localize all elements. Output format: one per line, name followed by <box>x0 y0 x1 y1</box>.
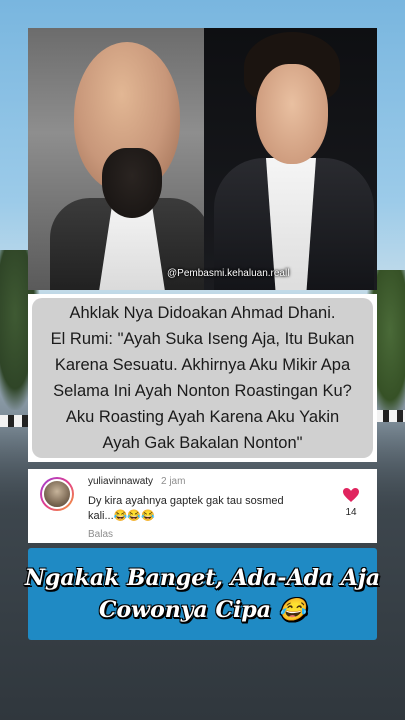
avatar-image <box>42 479 72 509</box>
caption-line: Karena Sesuatu. Akhirnya Aku Mikir Apa <box>54 356 351 374</box>
photo-right-face <box>256 64 328 164</box>
avatar[interactable] <box>40 477 74 511</box>
reply-button[interactable]: Balas <box>88 529 113 540</box>
photo-watermark: @Pembasmi.kehaluan.reall <box>167 268 290 279</box>
news-photo: @Pembasmi.kehaluan.reall <box>28 28 377 290</box>
caption-text-block: Ahklak Nya Didoakan Ahmad Dhani. El Rumi… <box>32 298 373 458</box>
banner-line-2: Cowonya Cipa 😂 <box>98 597 307 623</box>
comment-card: yuliavinnawaty 2 jam Dy kira ayahnya gap… <box>28 469 377 543</box>
caption-line: Selama Ini Ayah Nonton Roastingan Ku? <box>53 382 352 400</box>
caption-line: Aku Roasting Ayah Karena Aku Yakin <box>65 408 340 426</box>
photo-person-left <box>28 28 210 290</box>
comment-text-line-2: kali...😂😂😂 <box>88 510 155 522</box>
background-curb-left <box>0 415 30 427</box>
background-curb-right <box>375 410 405 422</box>
heart-icon[interactable] <box>343 488 359 502</box>
photo-left-beard <box>102 148 162 218</box>
caption-line: Ayah Gak Bakalan Nonton" <box>102 434 303 452</box>
comment-timestamp: 2 jam <box>161 476 186 487</box>
comment-text-line-1: Dy kira ayahnya gaptek gak tau sosmed <box>88 495 284 507</box>
comment-username[interactable]: yuliavinnawaty <box>88 476 153 487</box>
photo-person-right <box>204 28 377 290</box>
like-count: 14 <box>345 507 357 518</box>
caption-line: El Rumi: "Ayah Suka Iseng Aja, Itu Bukan <box>50 330 355 348</box>
caption-card: Ahklak Nya Didoakan Ahmad Dhani. El Rumi… <box>28 294 377 462</box>
headline-banner: Ngakak Banget, Ada-Ada Aja Cowonya Cipa … <box>24 548 381 640</box>
banner-line-1: Ngakak Banget, Ada-Ada Aja <box>24 565 381 591</box>
caption-line: Ahklak Nya Didoakan Ahmad Dhani. <box>69 304 336 322</box>
